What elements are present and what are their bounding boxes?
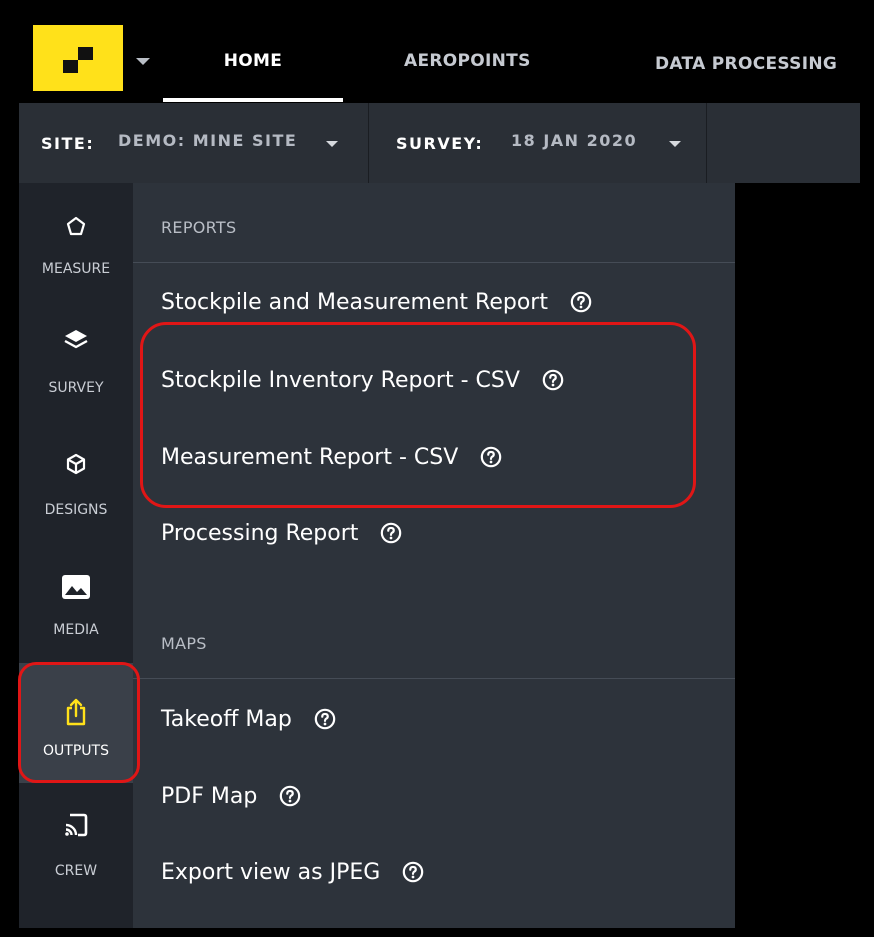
tab-home[interactable]: HOME	[163, 51, 343, 71]
section-divider	[133, 262, 735, 263]
section-divider	[133, 678, 735, 679]
chevron-down-icon[interactable]	[136, 58, 150, 65]
image-icon	[62, 575, 90, 599]
survey-label: SURVEY:	[396, 134, 484, 153]
maps-heading: MAPS	[161, 634, 207, 653]
sidebar-item-label: MEASURE	[41, 261, 111, 277]
help-icon[interactable]	[570, 291, 592, 313]
sidebar-item-crew[interactable]: CREW	[19, 811, 133, 891]
menu-item-export-jpeg[interactable]: Export view as JPEG	[161, 856, 424, 888]
help-icon[interactable]	[402, 861, 424, 883]
sidebar-item-label: MEDIA	[53, 622, 99, 638]
active-tab-indicator	[163, 98, 343, 102]
menu-item-pdf-map[interactable]: PDF Map	[161, 780, 301, 812]
menu-item-takeoff-map[interactable]: Takeoff Map	[161, 703, 336, 735]
site-label: SITE:	[41, 134, 95, 153]
help-icon[interactable]	[380, 522, 402, 544]
sidebar-item-label: SURVEY	[48, 380, 104, 396]
tab-data-processing[interactable]: DATA PROCESSING	[655, 54, 837, 74]
highlight-box-csv-reports	[140, 322, 696, 508]
site-chevron-down-icon[interactable]	[326, 141, 338, 147]
survey-selector[interactable]: 18 JAN 2020	[511, 131, 637, 150]
bar-divider	[706, 103, 707, 183]
site-selector[interactable]: DEMO: MINE SITE	[118, 131, 297, 150]
reports-heading: REPORTS	[161, 218, 237, 237]
menu-item-processing-report[interactable]: Processing Report	[161, 517, 402, 549]
pentagon-icon	[66, 216, 86, 236]
menu-item-label: Stockpile and Measurement Report	[161, 289, 548, 315]
sidebar-item-label: CREW	[54, 863, 98, 879]
cast-icon	[65, 813, 88, 837]
layers-icon	[64, 330, 88, 349]
tab-aeropoints[interactable]: AEROPOINTS	[404, 51, 531, 71]
menu-item-label: Processing Report	[161, 520, 359, 546]
menu-item-label: Export view as JPEG	[161, 859, 381, 885]
cube-icon	[66, 453, 86, 475]
sidebar-item-survey[interactable]: SURVEY	[19, 327, 133, 407]
highlight-box-outputs	[18, 662, 140, 783]
help-icon[interactable]	[314, 708, 336, 730]
app-logo[interactable]	[33, 25, 123, 91]
survey-chevron-down-icon[interactable]	[669, 141, 681, 147]
sidebar-item-designs[interactable]: DESIGNS	[19, 452, 133, 532]
menu-item-label: PDF Map	[161, 783, 258, 809]
sidebar-item-measure[interactable]: MEASURE	[19, 215, 133, 295]
menu-item-stockpile-measurement-report[interactable]: Stockpile and Measurement Report	[161, 286, 592, 318]
bar-divider	[368, 103, 369, 183]
help-icon[interactable]	[279, 785, 301, 807]
sidebar-item-label: DESIGNS	[44, 502, 108, 518]
sidebar-item-media[interactable]: MEDIA	[19, 574, 133, 654]
menu-item-label: Takeoff Map	[161, 706, 292, 732]
